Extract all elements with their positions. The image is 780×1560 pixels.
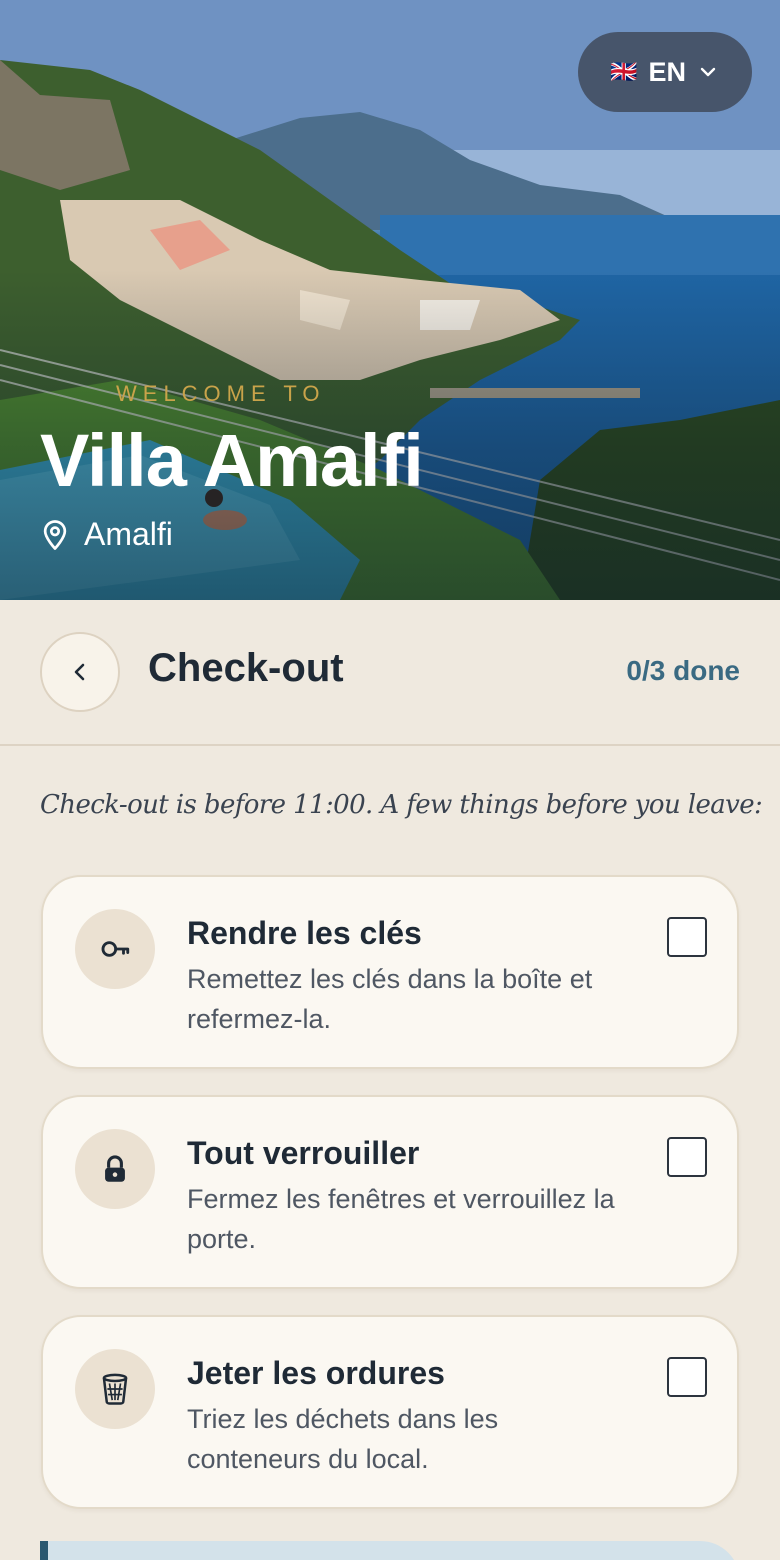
task-card-lock[interactable]: Tout verrouiller Fermez les fenêtres et …	[41, 1095, 739, 1289]
task-checkbox[interactable]	[667, 1137, 707, 1177]
chevron-down-icon	[700, 67, 716, 77]
location: Amalfi	[40, 516, 173, 553]
task-title: Tout verrouiller	[187, 1135, 420, 1171]
task-card-keys[interactable]: Rendre les clés Remettez les clés dans l…	[41, 875, 739, 1069]
task-icon-wrapper	[75, 909, 155, 989]
task-icon-wrapper	[75, 1349, 155, 1429]
info-banner	[40, 1541, 740, 1560]
task-checkbox[interactable]	[667, 917, 707, 957]
location-name: Amalfi	[84, 516, 173, 552]
villa-title: Villa Amalfi	[40, 419, 424, 502]
key-icon	[101, 941, 130, 957]
map-pin-icon	[43, 519, 67, 550]
progress-counter: 0/3 done	[626, 655, 740, 686]
flag-icon: 🇬🇧	[610, 59, 639, 84]
page-title: Check-out	[148, 646, 344, 690]
back-button[interactable]	[40, 632, 120, 712]
task-description: Remettez les clés dans la boîte et refer…	[187, 964, 593, 1034]
lock-icon	[105, 1155, 125, 1182]
hero-banner: 🇬🇧 EN WELCOME TO Villa Amalfi Amalfi	[0, 0, 780, 600]
task-description: Triez les déchets dans les conteneurs du…	[187, 1404, 499, 1474]
task-title: Rendre les clés	[187, 915, 422, 951]
task-checkbox[interactable]	[667, 1357, 707, 1397]
welcome-label: WELCOME TO	[116, 381, 326, 406]
task-icon-wrapper	[75, 1129, 155, 1209]
task-description: Fermez les fenêtres et verrouillez la po…	[187, 1184, 615, 1254]
task-card-trash[interactable]: Jeter les ordures Triez les déchets dans…	[41, 1315, 739, 1509]
divider	[0, 744, 780, 746]
intro-text: Check-out is before 11:00. A few things …	[40, 790, 763, 820]
trash-bin-icon	[102, 1373, 128, 1405]
language-code: EN	[648, 56, 686, 87]
task-title: Jeter les ordures	[187, 1355, 445, 1391]
chevron-left-icon	[74, 663, 85, 681]
language-selector[interactable]: 🇬🇧 EN	[578, 32, 752, 112]
